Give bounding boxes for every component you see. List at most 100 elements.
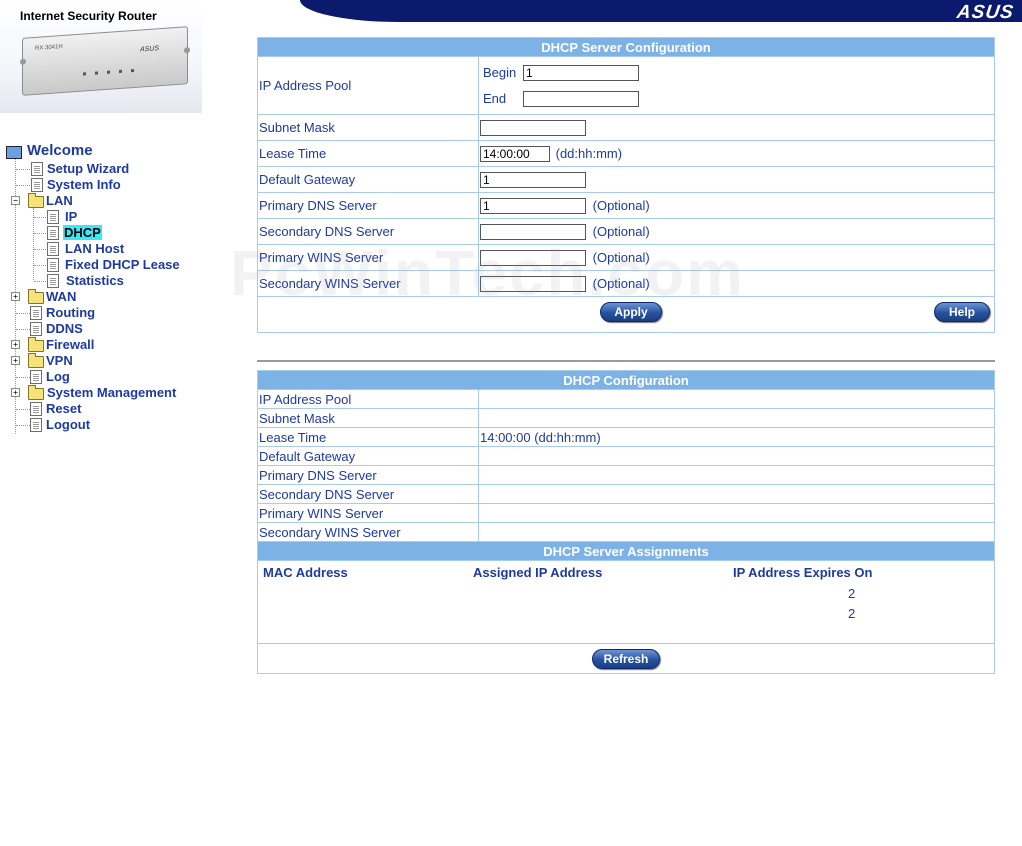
tree-connector (34, 265, 46, 266)
nav-item-label: Log (46, 369, 70, 384)
tree-connector (16, 377, 30, 378)
page-icon (47, 226, 59, 240)
field-value (478, 408, 995, 428)
assignments-container: MAC Address Assigned IP Address IP Addre… (257, 560, 995, 644)
subnet-mask-input[interactable] (480, 119, 586, 136)
lease-unit: (dd:hh:mm) (555, 145, 623, 161)
field-label: Primary DNS Server (257, 192, 479, 219)
page-icon (47, 274, 59, 288)
tree-connector (16, 425, 30, 426)
mac-cell (258, 623, 468, 643)
nav-item-label: Reset (46, 401, 82, 416)
secondary-dns-input[interactable] (480, 223, 586, 240)
tree-connector (34, 281, 46, 282)
tree-connector (33, 208, 34, 280)
expires-cell (728, 623, 994, 643)
default-gateway-input[interactable] (480, 171, 586, 188)
nav-welcome-label: Welcome (27, 142, 93, 159)
page-icon (47, 210, 59, 224)
page-icon (31, 162, 43, 176)
collapse-icon[interactable]: − (11, 196, 20, 205)
primary-wins-input[interactable] (480, 249, 586, 266)
router-label: RX 3041H (35, 43, 63, 52)
nav-item-label: Setup Wizard (47, 161, 130, 176)
header-band: ASUS (300, 0, 1022, 23)
field-label: IP Address Pool (257, 389, 479, 409)
primary-dns-input[interactable] (480, 197, 586, 214)
folder-icon (28, 289, 44, 304)
nav-item-label: LAN Host (65, 241, 125, 256)
nav-item-label: Firewall (46, 337, 95, 352)
nav-item-label: System Info (47, 177, 121, 192)
nav-item-label: IP (65, 209, 78, 224)
field-value (478, 389, 995, 409)
lease-time-input[interactable] (480, 145, 550, 162)
tree-connector (34, 217, 46, 218)
folder-icon (28, 337, 44, 352)
ip-pool-end-input[interactable] (523, 90, 639, 107)
router-knob-icon (20, 58, 26, 65)
nav-item-label: System Management (47, 385, 177, 400)
page-icon (30, 370, 42, 384)
optional-hint: (Optional) (592, 275, 650, 291)
section-title: DHCP Server Assignments (257, 541, 995, 561)
page-icon (30, 322, 42, 336)
help-button[interactable]: Help (934, 302, 990, 322)
expand-icon[interactable]: + (11, 388, 20, 397)
dhcp-config-table: DHCP Configuration IP Address Pool Subne… (257, 370, 995, 674)
nav-item-label: Fixed DHCP Lease (65, 257, 180, 272)
page-icon (31, 178, 43, 192)
field-value (478, 503, 995, 523)
brand-logo: ASUS (955, 2, 1016, 23)
tree-connector (16, 329, 30, 330)
router-knob-icon (184, 47, 190, 54)
secondary-wins-input[interactable] (480, 275, 586, 292)
apply-button[interactable]: Apply (600, 302, 662, 322)
nav-item-label: Statistics (66, 273, 124, 288)
page-icon (30, 402, 42, 416)
tree-connector (16, 169, 30, 170)
field-label: Primary WINS Server (257, 244, 479, 271)
field-label: Lease Time (257, 140, 479, 167)
nav-item-label: VPN (46, 353, 73, 368)
page-icon (30, 418, 42, 432)
nav-item-label: Routing (46, 305, 96, 320)
field-label: Secondary DNS Server (257, 484, 479, 504)
field-value (478, 465, 995, 485)
field-value (478, 446, 995, 466)
ip-pool-begin-input[interactable] (523, 64, 639, 81)
router-brand: ASUS (139, 45, 159, 54)
section-divider (257, 360, 995, 362)
column-header-expires: IP Address Expires On (733, 564, 873, 580)
field-label: IP Address Pool (257, 56, 479, 115)
page-icon (47, 258, 59, 272)
expand-icon[interactable]: + (11, 340, 20, 349)
ip-cell (468, 603, 728, 623)
optional-hint: (Optional) (592, 249, 650, 265)
mac-cell (258, 583, 468, 603)
expires-cell: 2 (848, 605, 856, 621)
section-title: DHCP Configuration (257, 370, 995, 390)
button-row: Apply Help (257, 296, 995, 333)
router-leds (83, 68, 143, 76)
mac-cell (258, 603, 468, 623)
field-value: 14:00:00 (dd:hh:mm) (478, 427, 995, 447)
router-image: RX 3041H ASUS (20, 26, 190, 96)
page-icon (30, 306, 42, 320)
field-label: Subnet Mask (257, 408, 479, 428)
expires-cell: 2 (848, 585, 856, 601)
field-value (478, 484, 995, 504)
end-label: End (483, 91, 507, 106)
column-header-ip: Assigned IP Address (473, 564, 603, 580)
nav-item-label: LAN (46, 193, 73, 208)
refresh-button[interactable]: Refresh (592, 648, 660, 669)
tree-connector (34, 233, 46, 234)
expand-icon[interactable]: + (11, 292, 20, 301)
tree-connector (16, 409, 30, 410)
field-label: Lease Time (257, 427, 479, 447)
field-value (478, 522, 995, 542)
field-label: Secondary DNS Server (257, 218, 479, 245)
expand-icon[interactable]: + (11, 356, 20, 365)
dhcp-server-config-table: DHCP Server Configuration IP Address Poo… (257, 37, 995, 333)
optional-hint: (Optional) (592, 197, 650, 213)
